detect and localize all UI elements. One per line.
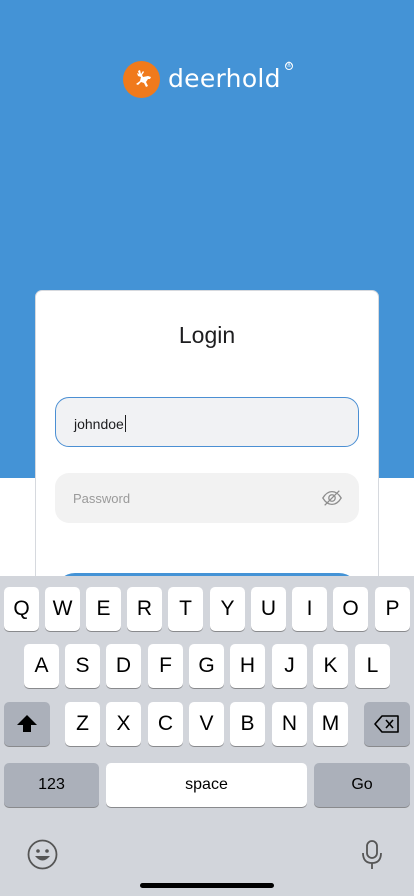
emoji-icon[interactable] <box>27 839 58 870</box>
home-indicator <box>140 883 274 888</box>
key-q[interactable]: Q <box>4 587 39 631</box>
keyboard: Q W E R T Y U I O P A S D F G H J K L Z … <box>0 576 414 896</box>
password-field[interactable]: Password <box>55 473 359 523</box>
key-m[interactable]: M <box>313 702 348 746</box>
deer-icon <box>123 60 160 98</box>
go-key[interactable]: Go <box>314 763 410 807</box>
login-card: Login johndoe Password <box>35 290 379 620</box>
key-g[interactable]: G <box>189 644 224 688</box>
key-d[interactable]: D <box>106 644 141 688</box>
backspace-icon <box>374 715 399 733</box>
brand-logo: deerhold ® <box>123 59 293 99</box>
key-f[interactable]: F <box>148 644 183 688</box>
key-p[interactable]: P <box>375 587 410 631</box>
key-h[interactable]: H <box>230 644 265 688</box>
key-a[interactable]: A <box>24 644 59 688</box>
key-j[interactable]: J <box>272 644 307 688</box>
shift-icon <box>17 715 37 732</box>
key-b[interactable]: B <box>230 702 265 746</box>
key-w[interactable]: W <box>45 587 80 631</box>
numbers-key[interactable]: 123 <box>4 763 99 807</box>
key-s[interactable]: S <box>65 644 100 688</box>
registered-mark: ® <box>285 62 293 70</box>
key-c[interactable]: C <box>148 702 183 746</box>
key-y[interactable]: Y <box>210 587 245 631</box>
key-o[interactable]: O <box>333 587 368 631</box>
backspace-key[interactable] <box>364 702 410 746</box>
shift-key[interactable] <box>4 702 50 746</box>
key-l[interactable]: L <box>355 644 390 688</box>
text-caret <box>124 415 126 432</box>
key-n[interactable]: N <box>272 702 307 746</box>
key-r[interactable]: R <box>127 587 162 631</box>
microphone-icon[interactable] <box>361 839 383 871</box>
space-key[interactable]: space <box>106 763 307 807</box>
key-k[interactable]: K <box>313 644 348 688</box>
login-title: Login <box>178 322 236 348</box>
username-value: johndoe <box>74 415 126 432</box>
key-t[interactable]: T <box>168 587 203 631</box>
key-u[interactable]: U <box>251 587 286 631</box>
key-z[interactable]: Z <box>65 702 100 746</box>
key-x[interactable]: X <box>106 702 141 746</box>
key-e[interactable]: E <box>86 587 121 631</box>
key-i[interactable]: I <box>292 587 327 631</box>
password-placeholder: Password <box>73 491 131 506</box>
username-field[interactable]: johndoe <box>55 397 359 447</box>
key-v[interactable]: V <box>189 702 224 746</box>
eye-off-icon[interactable] <box>321 487 343 509</box>
brand-name: deerhold <box>168 63 281 93</box>
